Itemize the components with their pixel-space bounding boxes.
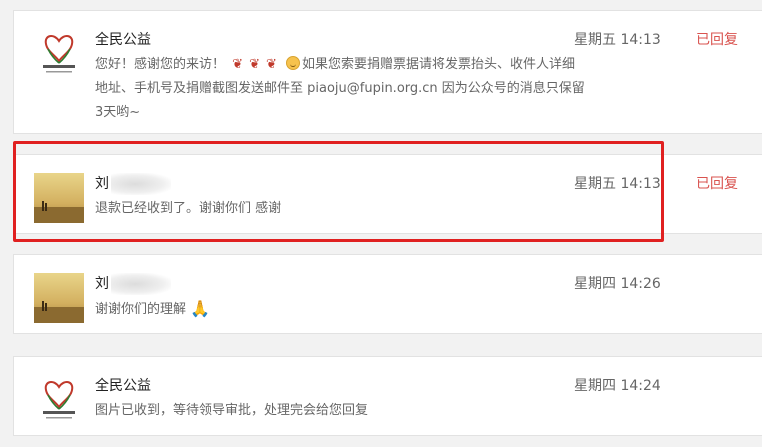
rose-emoji-icon: ❦: [232, 57, 244, 72]
sender-name: 全民公益: [95, 32, 151, 48]
timestamp: 星期四 14:24: [574, 378, 661, 394]
smile-emoji-icon: [286, 56, 301, 70]
timestamp: 星期五 14:13: [574, 32, 661, 48]
reply-status: 已回复: [696, 176, 738, 192]
message-preview: 谢谢你们的理解 🙏: [95, 297, 585, 322]
sender-name: 刘: [95, 273, 171, 295]
redacted-name-blur: [111, 273, 171, 295]
charity-logo-icon: [34, 375, 84, 425]
conversation-item[interactable]: 全民公益 图片已收到，等待领导审批，处理完会给您回复 星期四 14:24: [13, 356, 762, 436]
charity-logo-icon: [34, 29, 84, 79]
reply-status: 已回复: [696, 32, 738, 48]
rose-emoji-icon: ❦: [265, 57, 277, 72]
timestamp: 星期四 14:26: [574, 276, 661, 292]
message-preview: 图片已收到，等待领导审批，处理完会给您回复: [95, 403, 369, 418]
conversation-item[interactable]: 刘 谢谢你们的理解 🙏 星期四 14:26: [13, 254, 762, 334]
rose-emoji-icon: ❦: [249, 57, 260, 72]
conversation-item[interactable]: 全民公益 您好！感谢您的来访！ ❦ ❦ ❦ 如果您索要捐赠票据请将发票抬头、收件人详…: [13, 10, 762, 134]
praying-hands-emoji-icon: 🙏: [190, 299, 210, 318]
landscape-photo-avatar: [34, 273, 84, 323]
message-text-part: 您好！感谢您的来访！: [95, 57, 226, 72]
message-preview: 您好！感谢您的来访！ ❦ ❦ ❦ 如果您索要捐赠票据请将发票抬头、收件人详细地址、手…: [95, 53, 585, 125]
highlight-box: [13, 141, 664, 242]
sender-name: 全民公益: [95, 378, 151, 394]
